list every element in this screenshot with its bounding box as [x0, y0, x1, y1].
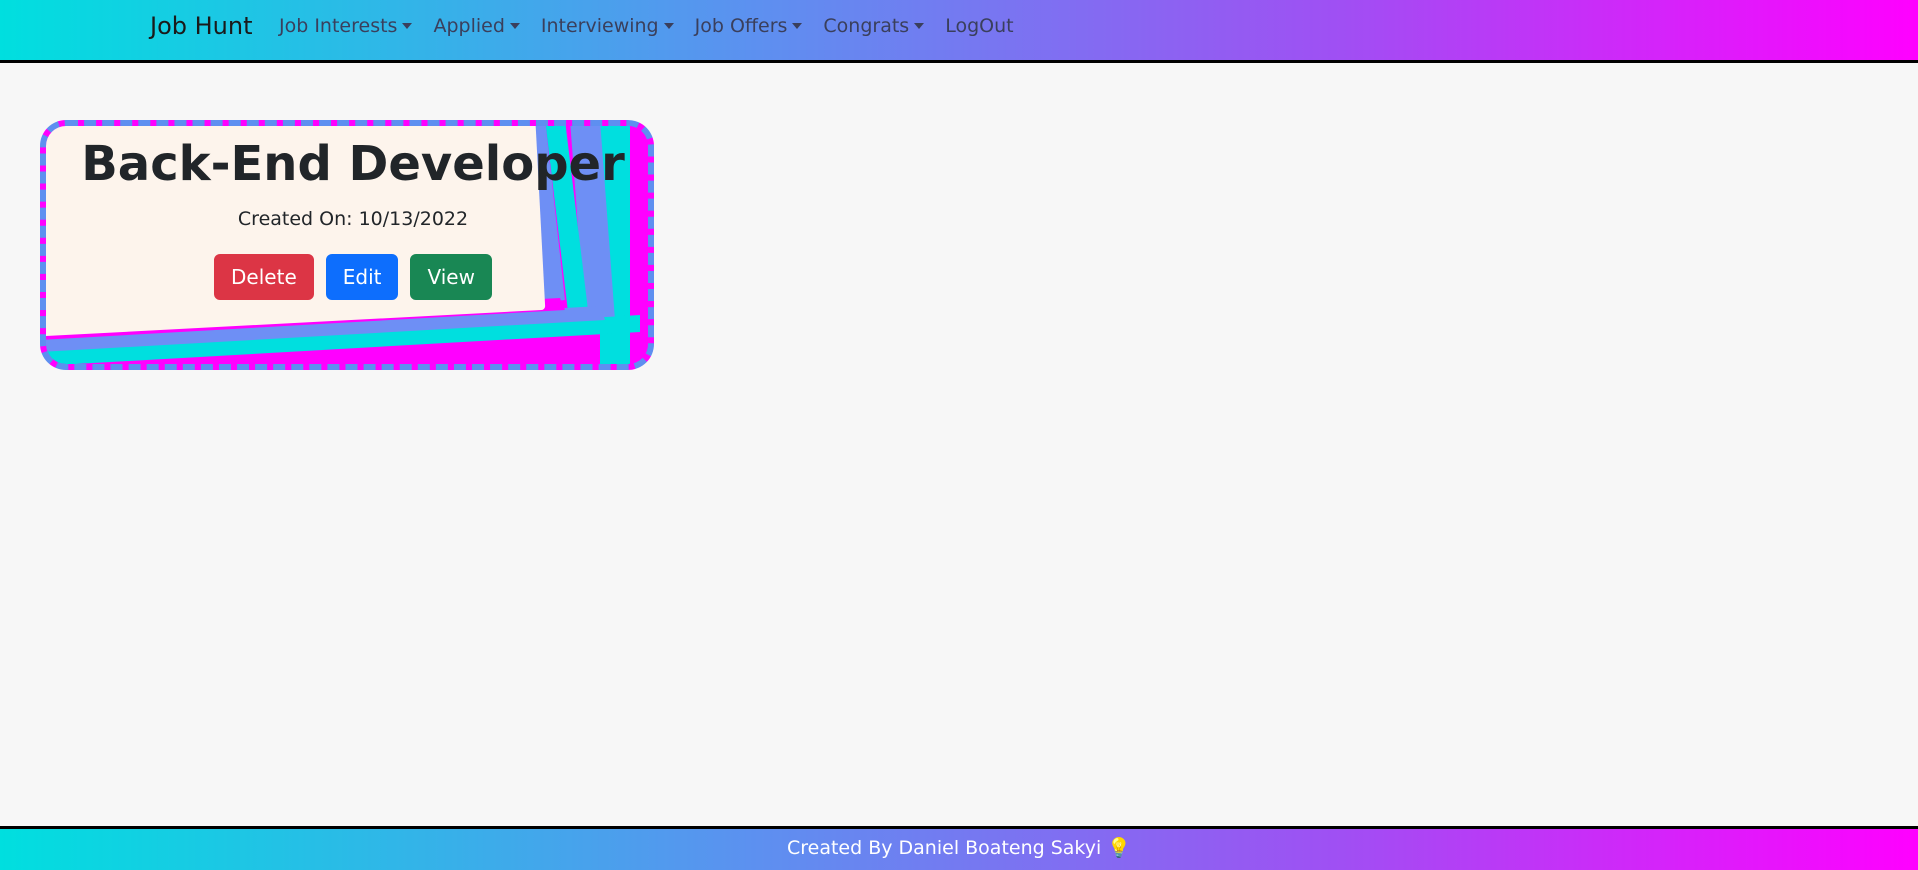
nav-item-logout[interactable]: LogOut: [945, 15, 1013, 37]
nav-item-label: Job Interests: [279, 15, 398, 37]
caret-down-icon: [509, 23, 520, 29]
caret-down-icon: [914, 23, 925, 29]
caret-down-icon: [402, 23, 413, 29]
footer-text: Created By Daniel Boateng Sakyi: [786, 837, 1102, 859]
nav-item-congrats[interactable]: Congrats: [823, 15, 925, 37]
caret-down-icon: [792, 23, 803, 29]
edit-button[interactable]: Edit: [325, 254, 399, 300]
view-button[interactable]: View: [410, 254, 492, 300]
job-card: Back-End Developer Created On: 10/13/202…: [40, 120, 654, 370]
delete-button[interactable]: Delete: [214, 254, 314, 300]
card-actions: Delete Edit View: [46, 254, 648, 300]
card-title: Back-End Developer: [81, 136, 625, 192]
nav-item-job-interests[interactable]: Job Interests: [279, 15, 413, 37]
top-navbar: Job Hunt Job Interests Applied Interview…: [0, 0, 1918, 63]
nav-item-label: LogOut: [945, 15, 1014, 37]
nav-item-job-offers[interactable]: Job Offers: [695, 15, 803, 37]
caret-down-icon: [663, 23, 674, 29]
nav-item-applied[interactable]: Applied: [433, 15, 520, 37]
nav-item-label: Applied: [433, 15, 505, 37]
created-date: Created On: 10/13/2022: [237, 208, 469, 230]
nav-item-label: Job Offers: [694, 15, 788, 37]
page-footer: Created By Daniel Boateng Sakyi 💡: [0, 826, 1918, 870]
nav-item-label: Interviewing: [540, 15, 659, 37]
nav-item-interviewing[interactable]: Interviewing: [541, 15, 674, 37]
nav-item-label: Congrats: [823, 15, 910, 37]
lightbulb-icon: 💡: [1107, 837, 1131, 859]
nav-menu: Job Interests Applied Interviewing Job O…: [279, 15, 1035, 37]
brand-link[interactable]: Job Hunt: [150, 12, 253, 40]
